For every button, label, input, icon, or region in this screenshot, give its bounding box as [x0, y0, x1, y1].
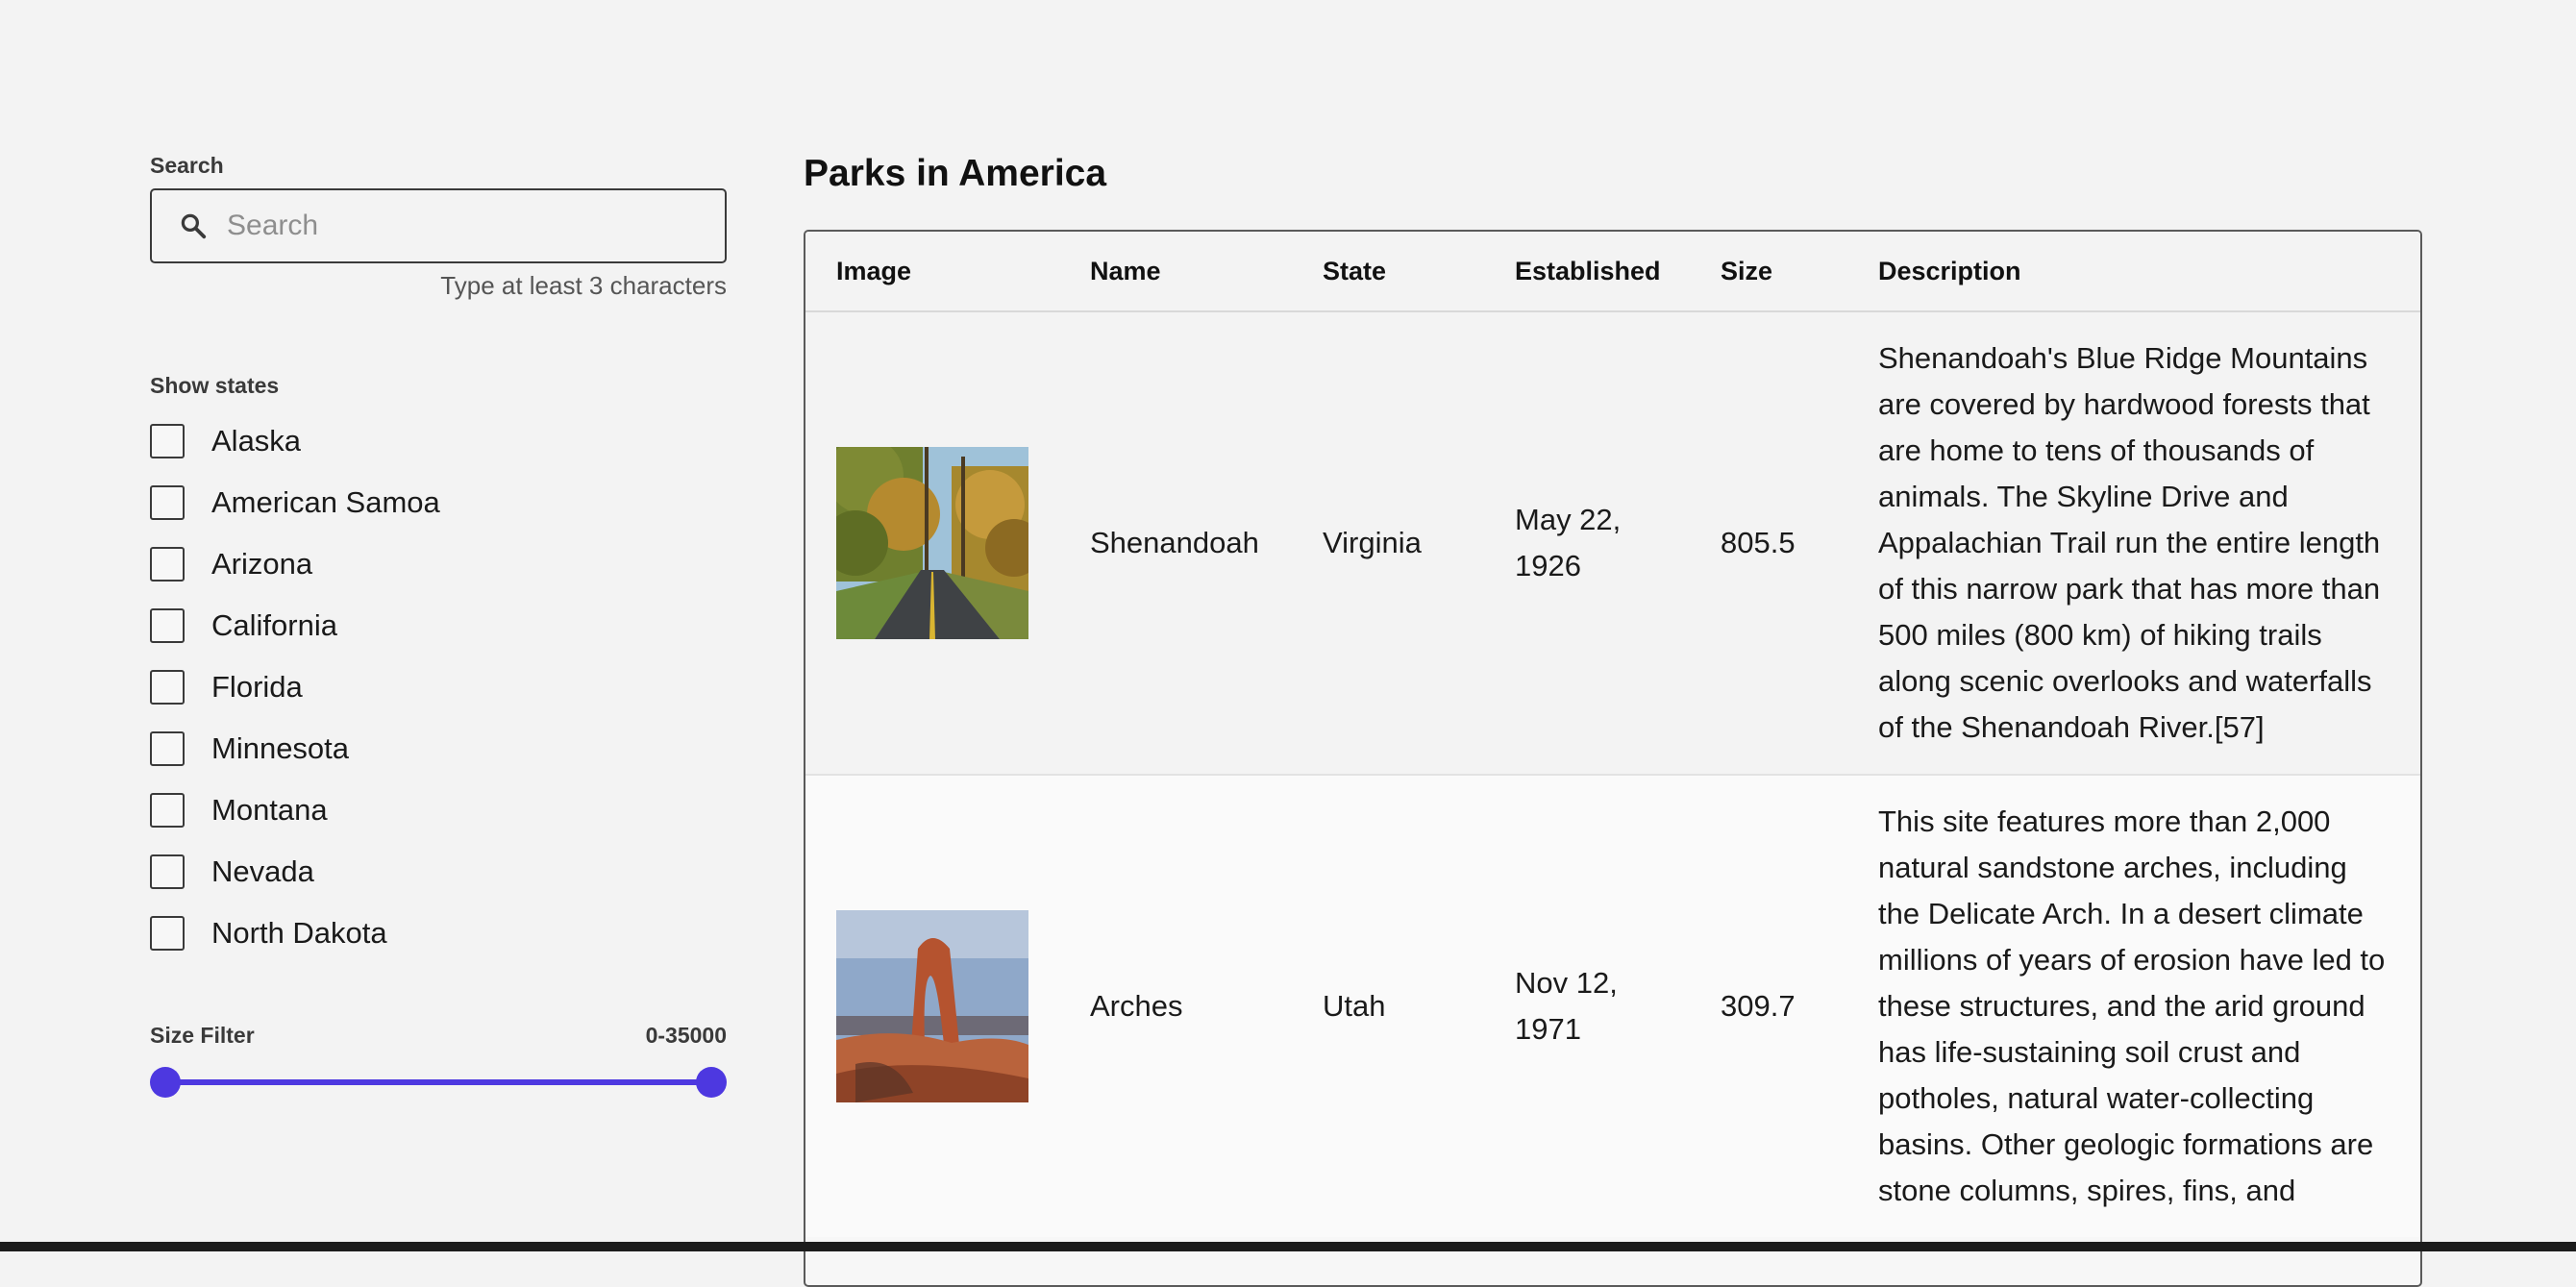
- state-option-label: Nevada: [211, 854, 314, 888]
- size-filter-header: Size Filter 0-35000: [150, 1022, 727, 1049]
- park-state: Utah: [1292, 775, 1484, 1237]
- slider-track[interactable]: [163, 1079, 713, 1085]
- filter-sidebar: Search Type at least 3 characters Show s…: [150, 152, 727, 1099]
- park-thumbnail-delicate-arch: [836, 910, 1028, 1102]
- state-option-alaska[interactable]: Alaska: [150, 410, 727, 472]
- park-image-cell: [805, 775, 1059, 1237]
- state-option-label: North Dakota: [211, 916, 387, 950]
- state-checkbox-list: Alaska American Samoa Arizona California…: [150, 410, 727, 964]
- state-option-label: Montana: [211, 793, 328, 827]
- column-header-size[interactable]: Size: [1690, 232, 1847, 312]
- window-bottom-edge: [0, 1242, 2576, 1251]
- state-option-label: California: [211, 608, 337, 642]
- state-option-north-dakota[interactable]: North Dakota: [150, 903, 727, 964]
- parks-table: Image Name State Established Size Descri…: [805, 232, 2420, 1237]
- park-established: Nov 12, 1971: [1484, 775, 1690, 1237]
- parks-table-container: Image Name State Established Size Descri…: [804, 230, 2422, 1287]
- park-description: Shenandoah's Blue Ridge Mountains are co…: [1847, 311, 2420, 776]
- state-option-label: American Samoa: [211, 485, 440, 519]
- slider-max-handle[interactable]: [696, 1067, 727, 1098]
- slider-min-handle[interactable]: [150, 1067, 181, 1098]
- park-name: Shenandoah: [1059, 311, 1292, 776]
- state-option-california[interactable]: California: [150, 595, 727, 656]
- state-option-label: Alaska: [211, 424, 302, 458]
- state-option-american-samoa[interactable]: American Samoa: [150, 472, 727, 533]
- search-label: Search: [150, 153, 224, 178]
- state-checkbox[interactable]: [150, 424, 185, 458]
- show-states-label: Show states: [150, 373, 280, 398]
- state-option-label: Minnesota: [211, 731, 350, 765]
- state-checkbox[interactable]: [150, 608, 185, 643]
- state-checkbox[interactable]: [150, 485, 185, 520]
- park-description: This site features more than 2,000 natur…: [1847, 775, 2420, 1237]
- size-filter-range: 0-35000: [645, 1022, 727, 1048]
- table-row[interactable]: Shenandoah Virginia May 22, 1926 805.5 S…: [805, 311, 2420, 776]
- search-helper-text: Type at least 3 characters: [440, 271, 727, 300]
- state-option-nevada[interactable]: Nevada: [150, 841, 727, 903]
- column-header-description[interactable]: Description: [1847, 232, 2420, 312]
- table-header-row: Image Name State Established Size Descri…: [805, 232, 2420, 312]
- column-header-established[interactable]: Established: [1484, 232, 1690, 312]
- park-image-cell: [805, 311, 1059, 776]
- state-checkbox[interactable]: [150, 793, 185, 828]
- state-option-label: Arizona: [211, 547, 313, 581]
- table-row[interactable]: Arches Utah Nov 12, 1971 309.7 This site…: [805, 775, 2420, 1237]
- park-thumbnail-autumn-forest-road: [836, 447, 1028, 639]
- state-checkbox[interactable]: [150, 916, 185, 951]
- column-header-image[interactable]: Image: [805, 232, 1059, 312]
- size-filter-label: Size Filter: [150, 1023, 255, 1048]
- state-checkbox[interactable]: [150, 854, 185, 889]
- state-option-minnesota[interactable]: Minnesota: [150, 718, 727, 780]
- park-name: Arches: [1059, 775, 1292, 1237]
- state-option-montana[interactable]: Montana: [150, 780, 727, 841]
- state-checkbox[interactable]: [150, 547, 185, 582]
- state-checkbox[interactable]: [150, 731, 185, 766]
- column-header-state[interactable]: State: [1292, 232, 1484, 312]
- page-title: Parks in America: [804, 153, 1107, 194]
- state-option-florida[interactable]: Florida: [150, 656, 727, 718]
- state-checkbox[interactable]: [150, 670, 185, 705]
- state-option-label: Florida: [211, 670, 303, 704]
- column-header-name[interactable]: Name: [1059, 232, 1292, 312]
- park-size: 805.5: [1690, 311, 1847, 776]
- park-state: Virginia: [1292, 311, 1484, 776]
- search-icon: [181, 213, 207, 239]
- size-range-slider[interactable]: [150, 1066, 727, 1099]
- search-input[interactable]: [225, 209, 690, 243]
- park-established: May 22, 1926: [1484, 311, 1690, 776]
- parks-main: Parks in America Image Name State Establ…: [804, 149, 2422, 1287]
- park-size: 309.7: [1690, 775, 1847, 1237]
- search-field[interactable]: [150, 188, 727, 263]
- state-option-arizona[interactable]: Arizona: [150, 533, 727, 595]
